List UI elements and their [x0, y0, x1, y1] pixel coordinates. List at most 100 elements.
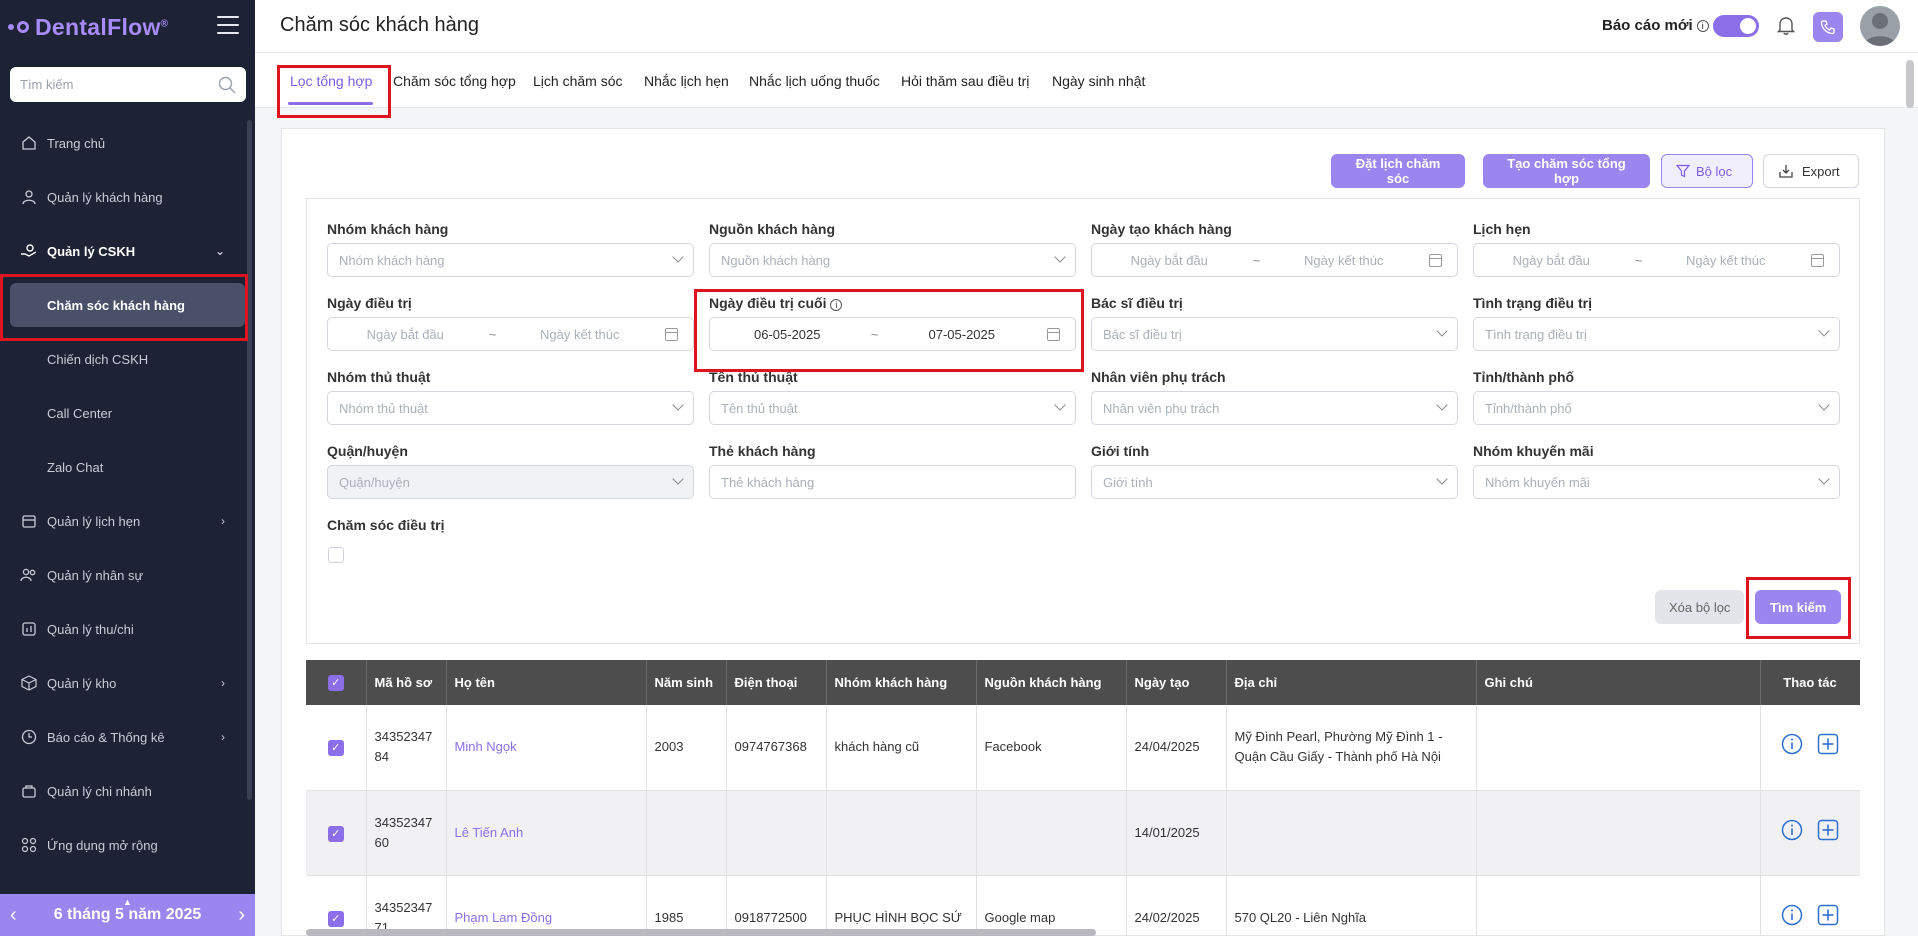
column-header[interactable]: Ghi chú	[1476, 660, 1761, 705]
sidebar-item-customer-care[interactable]: Chăm sóc khách hàng	[10, 283, 245, 327]
bell-icon[interactable]	[1775, 14, 1797, 36]
sidebar-scrollbar[interactable]	[247, 120, 252, 800]
avatar[interactable]	[1860, 6, 1900, 46]
row-checkbox[interactable]: ✓	[327, 825, 344, 842]
column-header[interactable]: Ngày tạo	[1126, 660, 1227, 705]
tab-appointment-reminder[interactable]: Nhắc lịch hẹn	[644, 73, 729, 89]
info-icon[interactable]	[1781, 733, 1803, 755]
report-icon	[20, 728, 38, 746]
phone-button[interactable]	[1813, 12, 1843, 42]
new-report-toggle[interactable]	[1713, 15, 1759, 37]
treatment-status-select[interactable]: Tình trạng điều trị	[1473, 317, 1840, 351]
clear-filter-button[interactable]: Xóa bộ lọc	[1655, 590, 1745, 624]
province-select[interactable]: Tỉnh/thành phố	[1473, 391, 1840, 425]
tab-combined-filter[interactable]: Lọc tổng hợp	[290, 73, 372, 89]
add-icon[interactable]	[1817, 819, 1839, 841]
content-scrollbar[interactable]	[1906, 60, 1914, 108]
customer-source-select[interactable]: Nguồn khách hàng	[709, 243, 1076, 277]
filter-icon	[1676, 164, 1690, 178]
care-treatment-checkbox[interactable]	[328, 547, 344, 563]
treatment-date-range[interactable]: Ngày bắt đầu ~ Ngày kết thúc	[327, 317, 694, 351]
birth-year: 2003	[646, 705, 727, 791]
sidebar-item-warehouse[interactable]: Quản lý kho ›	[0, 656, 255, 710]
book-care-button[interactable]: Đặt lịch chăm sóc	[1331, 154, 1465, 188]
column-header[interactable]: Họ tên	[446, 660, 647, 705]
promo-group-select[interactable]: Nhóm khuyến mãi	[1473, 465, 1840, 499]
sidebar-item-branches[interactable]: Quản lý chi nhánh	[0, 764, 255, 818]
sidebar-item-customers[interactable]: Quản lý khách hàng	[0, 170, 255, 224]
info-icon[interactable]	[1781, 904, 1803, 926]
info-icon[interactable]: i	[1696, 19, 1709, 32]
address: Mỹ Đình Pearl, Phường Mỹ Đình 1 - Quận C…	[1226, 705, 1477, 791]
sidebar-item-home[interactable]: Trang chủ	[0, 116, 255, 170]
menu-toggle-icon[interactable]	[217, 16, 239, 34]
district-select[interactable]: Quận/huyện	[327, 465, 694, 499]
tab-birthday[interactable]: Ngày sinh nhật	[1052, 73, 1145, 89]
sidebar-item-staff[interactable]: Quản lý nhân sự	[0, 548, 255, 602]
column-header[interactable]: Địa chỉ	[1226, 660, 1477, 705]
column-header[interactable]: Nguồn khách hàng	[976, 660, 1127, 705]
tab-care-schedule[interactable]: Lịch chăm sóc	[533, 73, 622, 89]
add-icon[interactable]	[1817, 904, 1839, 926]
column-header[interactable]: Mã hồ sơ	[366, 660, 447, 705]
customer-name-link[interactable]: Phạm Lam Đồng	[455, 910, 553, 925]
sidebar-item-finance[interactable]: Quản lý thu/chi	[0, 602, 255, 656]
tab-post-treatment-followup[interactable]: Hỏi thăm sau điều trị	[901, 73, 1029, 89]
app-logo[interactable]: DentalFlow®	[8, 10, 168, 44]
column-header[interactable]: Điện thoại	[726, 660, 827, 705]
sidebar-item-call-center[interactable]: Call Center	[0, 386, 255, 440]
row-checkbox[interactable]: ✓	[327, 910, 344, 927]
export-button[interactable]: Export	[1763, 154, 1859, 188]
chevron-down-icon	[1054, 399, 1066, 411]
customer-group-select[interactable]: Nhóm khách hàng	[327, 243, 694, 277]
created-date-range[interactable]: Ngày bắt đầu ~ Ngày kết thúc	[1091, 243, 1458, 277]
customer-group-label: Nhóm khách hàng	[327, 221, 449, 237]
prev-date-icon[interactable]: ‹	[10, 904, 17, 927]
doctor-select[interactable]: Bác sĩ điều trị	[1091, 317, 1458, 351]
sidebar-item-extensions[interactable]: Ứng dụng mở rộng	[0, 818, 255, 872]
select-all-checkbox[interactable]: ✓	[327, 674, 344, 691]
sidebar-search-input[interactable]	[20, 77, 218, 92]
table-row[interactable]: ✓ 3435234771 Phạm Lam Đồng 1985 09187725…	[306, 875, 1860, 936]
customer-name-link[interactable]: Lê Tiến Anh	[455, 825, 524, 840]
search-button[interactable]: Tìm kiếm	[1755, 590, 1842, 624]
tab-combined-care[interactable]: Chăm sóc tổng hợp	[393, 73, 516, 89]
page-title: Chăm sóc khách hàng	[280, 14, 480, 36]
add-icon[interactable]	[1817, 733, 1839, 755]
create-combined-care-button[interactable]: Tạo chăm sóc tổng hợp	[1483, 154, 1650, 188]
note	[1476, 705, 1761, 791]
appointment-date-range[interactable]: Ngày bắt đầu ~ Ngày kết thúc	[1473, 243, 1840, 277]
tab-bar: Lọc tổng hợp Chăm sóc tổng hợp Lịch chăm…	[255, 53, 1918, 108]
tab-medication-reminder[interactable]: Nhắc lịch uống thuốc	[749, 73, 880, 89]
last-treatment-date-range[interactable]: 06-05-2025 ~07-05-2025	[709, 317, 1076, 351]
next-date-icon[interactable]: ›	[238, 904, 245, 927]
logo-mark	[8, 21, 29, 33]
customer-name-link[interactable]: Minh Ngọk	[455, 739, 517, 754]
expand-up-icon[interactable]: ▲	[123, 897, 132, 907]
customer-card-input[interactable]: Thẻ khách hàng	[709, 465, 1076, 499]
gender-select[interactable]: Giới tính	[1091, 465, 1458, 499]
column-header[interactable]: Thao tác	[1759, 660, 1860, 705]
search-icon[interactable]	[218, 76, 236, 94]
sidebar-item-reports[interactable]: Báo cáo & Thống kê ›	[0, 710, 255, 764]
sidebar-item-cskh[interactable]: Quản lý CSKH ⌄	[0, 224, 255, 278]
column-header[interactable]: Năm sinh	[646, 660, 727, 705]
table-row[interactable]: ✓ 3435234760 Lê Tiến Anh 14/01/2025	[306, 790, 1860, 876]
table-row[interactable]: ✓ 3435234784 Minh Ngọk 2003 0974767368 k…	[306, 705, 1860, 791]
sidebar-item-campaign[interactable]: Chiến dịch CSKH	[0, 332, 255, 386]
procedure-name-select[interactable]: Tên thủ thuật	[709, 391, 1076, 425]
row-checkbox[interactable]: ✓	[327, 740, 344, 757]
info-icon[interactable]: i	[830, 299, 843, 311]
filter-button[interactable]: Bộ lọc	[1661, 154, 1753, 188]
sidebar-search[interactable]	[10, 67, 246, 102]
info-icon[interactable]	[1781, 819, 1803, 841]
home-icon	[20, 134, 38, 152]
sidebar-item-zalo-chat[interactable]: Zalo Chat	[0, 440, 255, 494]
record-code: 3435234771	[366, 875, 447, 936]
procedure-group-select[interactable]: Nhóm thủ thuật	[327, 391, 694, 425]
staff-select[interactable]: Nhân viên phụ trách	[1091, 391, 1458, 425]
sidebar-item-appointments[interactable]: Quản lý lịch hẹn ›	[0, 494, 255, 548]
table-horizontal-scrollbar[interactable]	[306, 929, 1096, 936]
column-header[interactable]: Nhóm khách hàng	[826, 660, 977, 705]
customer-table: ✓ Mã hồ sơ Họ tên Năm sinh Điện thoại Nh…	[306, 660, 1860, 936]
